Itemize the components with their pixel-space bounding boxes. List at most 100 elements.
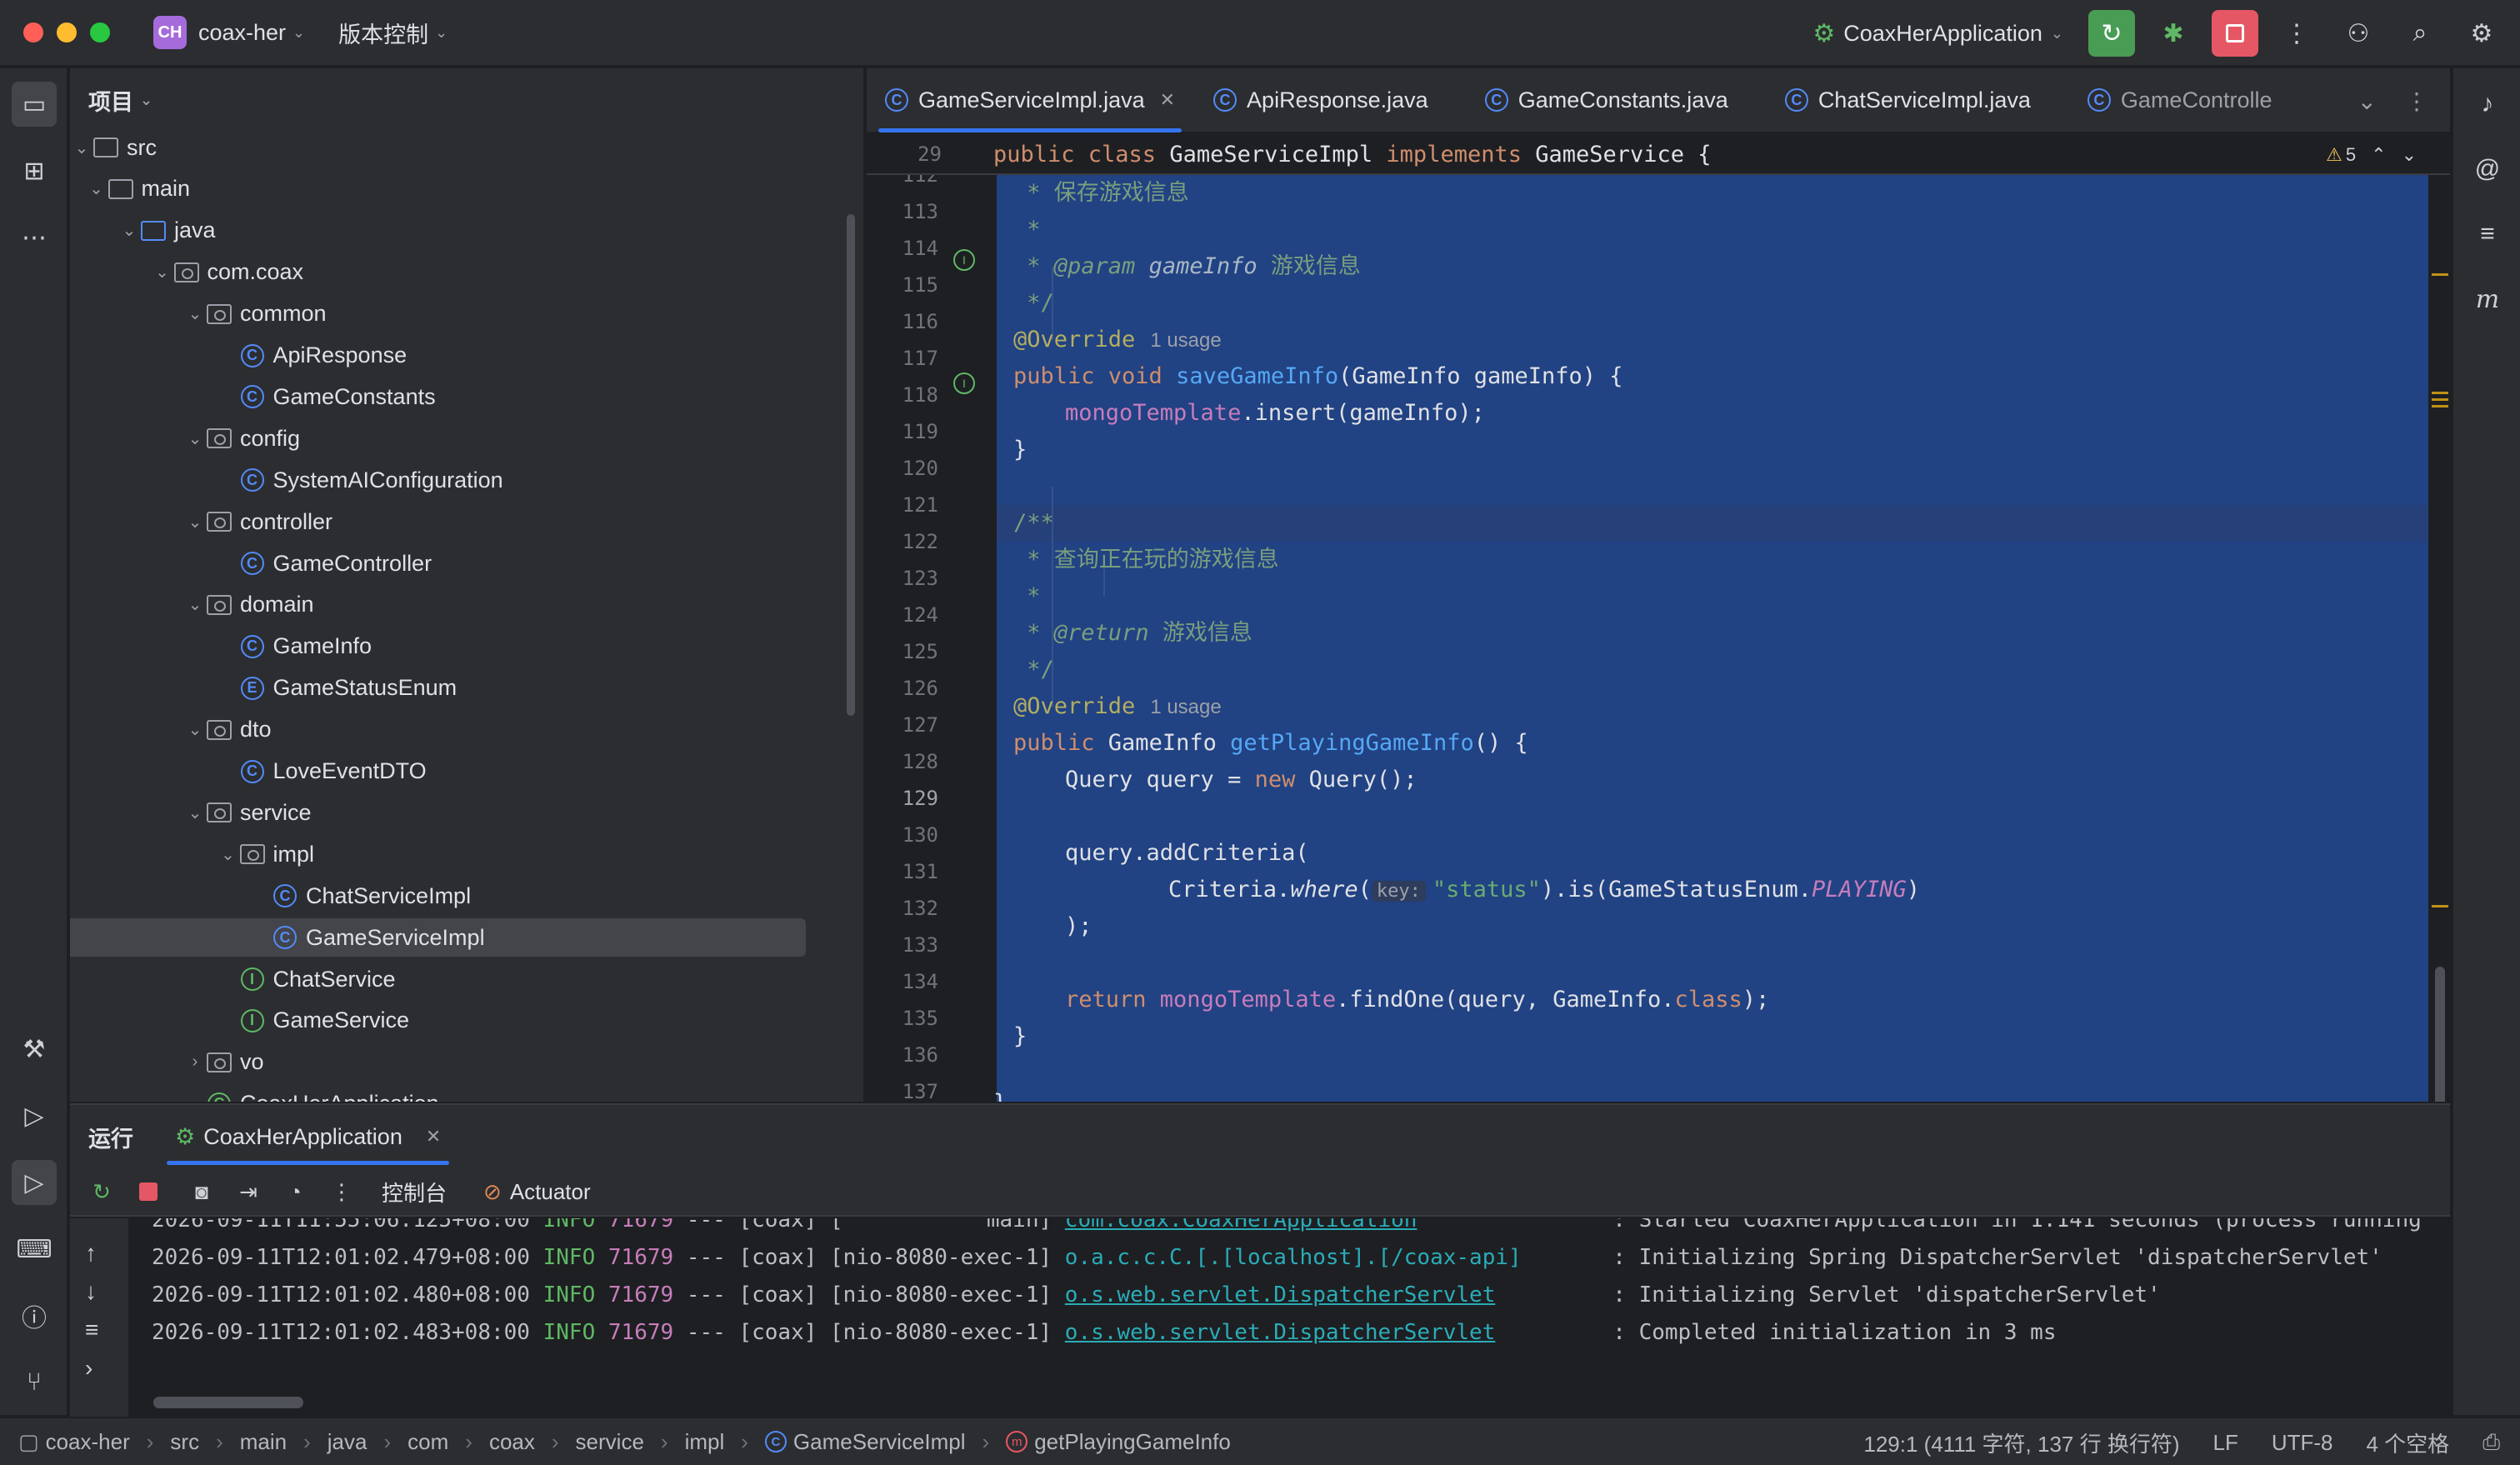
project-selector[interactable]: coax-her ⌄ — [198, 20, 305, 46]
log-logger[interactable]: o.s.web.servlet.DispatcherServlet — [1065, 1320, 1496, 1345]
close-icon[interactable]: ✕ — [426, 1126, 441, 1148]
line-number[interactable]: 136 — [902, 1037, 938, 1073]
editor-scrollbar[interactable] — [2428, 175, 2450, 1102]
tree-item-controller[interactable]: ⌄ controller — [70, 502, 332, 541]
warning-marker[interactable] — [2432, 905, 2448, 908]
chevron-down-icon[interactable]: ⌄ — [183, 303, 207, 324]
project-tree-scrollbar[interactable] — [847, 214, 855, 716]
implements-method-icon[interactable]: I — [953, 249, 975, 271]
log-logger[interactable]: o.s.web.servlet.DispatcherServlet — [1065, 1282, 1496, 1308]
chevron-down-icon[interactable]: ⌄ — [2358, 88, 2377, 115]
terminal-tool-button[interactable]: ⌨ — [12, 1227, 57, 1272]
breadcrumb-item[interactable]: coax — [489, 1429, 535, 1455]
chevron-down-icon[interactable]: ⌄ — [85, 178, 108, 199]
notifications-button[interactable]: ♪ — [2465, 82, 2510, 127]
more-vertical-icon[interactable]: ⋮ — [2405, 88, 2428, 115]
tree-item-gameconstants[interactable]: C GameConstants — [70, 378, 436, 416]
tree-item-gamecontroller[interactable]: C GameController — [70, 544, 432, 582]
breadcrumb-item[interactable]: coax-her — [46, 1429, 130, 1455]
tree-item-impl[interactable]: ⌄ impl — [70, 835, 314, 873]
chevron-down-icon[interactable]: ⌄ — [183, 719, 207, 740]
project-badge[interactable]: CH — [153, 16, 187, 49]
tree-item-systemaiconfiguration[interactable]: C SystemAIConfiguration — [70, 461, 503, 499]
project-tool-button[interactable]: ▭ — [12, 82, 57, 127]
line-number[interactable]: 120 — [902, 450, 938, 487]
arrow-down-icon[interactable]: ↓ — [85, 1278, 97, 1305]
tree-item-gameservice[interactable]: I GameService — [70, 1002, 409, 1040]
line-number[interactable]: 128 — [902, 743, 938, 780]
close-window-button[interactable] — [23, 22, 43, 42]
inspection-widget[interactable]: ⚠ 5 ⌃ ⌄ — [2326, 135, 2417, 175]
export-button[interactable]: ⇥ — [230, 1173, 267, 1210]
arrow-up-icon[interactable]: ↑ — [85, 1240, 97, 1267]
warning-marker[interactable] — [2432, 405, 2448, 408]
line-number[interactable]: 113 — [902, 193, 938, 230]
caret-position[interactable]: 129:1 (4111 字符, 137 行 换行符) — [1863, 1428, 2179, 1458]
console-output[interactable]: 2026-09-11T11:55:06.125+08:00 INFO 71679… — [128, 1218, 2450, 1417]
structure-tool-button[interactable]: ⊞ — [12, 148, 57, 193]
search-button[interactable]: ⌕ — [2397, 10, 2443, 57]
chevron-up-icon[interactable]: ⌃ — [2371, 144, 2386, 166]
breadcrumb-item[interactable]: getPlayingGameInfo — [1034, 1429, 1231, 1455]
tree-item-java[interactable]: ⌄ java — [70, 212, 216, 250]
tab-gamecontroller[interactable]: C GameControlle — [2069, 68, 2291, 132]
tab-actuator[interactable]: ⊘ Actuator — [483, 1179, 591, 1205]
editor-scroll-thumb[interactable] — [2435, 967, 2445, 1102]
tree-item-chatservice[interactable]: I ChatService — [70, 960, 396, 998]
breadcrumb-item[interactable]: main — [240, 1429, 287, 1455]
line-number[interactable]: 122 — [902, 523, 938, 560]
usage-hint[interactable]: 1 usage — [1150, 329, 1221, 352]
chevron-down-icon[interactable]: ⌄ — [183, 802, 207, 823]
vcs-menu[interactable]: 版本控制 ⌄ — [338, 17, 448, 49]
tree-item-config[interactable]: ⌄ config — [70, 419, 300, 458]
tree-item-com-coax[interactable]: ⌄ com.coax — [70, 253, 303, 292]
chevron-down-icon[interactable]: ⌄ — [2402, 144, 2417, 166]
code-selection-area[interactable]: * 保存游戏信息 * * @param gameInfo 游戏信息 */ @Ov… — [993, 175, 2450, 1102]
tree-item-loveeventdto[interactable]: C LoveEventDTO — [70, 752, 427, 791]
add-user-button[interactable]: ⚇ — [2335, 10, 2382, 57]
run-configuration-selector[interactable]: ⚙ CoaxHerApplication ⌄ — [1812, 19, 2063, 48]
breadcrumb-item[interactable]: com — [408, 1429, 448, 1455]
warning-marker[interactable] — [2432, 273, 2448, 276]
breadcrumb-item[interactable]: impl — [685, 1429, 725, 1455]
tab-gameconstants[interactable]: C GameConstants.java — [1467, 68, 1747, 132]
tab-apiresponse[interactable]: C ApiResponse.java — [1195, 68, 1447, 132]
chevron-down-icon[interactable]: ⌄ — [183, 512, 207, 532]
line-number[interactable]: 131 — [902, 853, 938, 890]
chevron-down-icon[interactable]: ⌄ — [217, 844, 240, 865]
line-number[interactable]: 133 — [902, 927, 938, 963]
tree-item-coaxherapplication[interactable]: C CoaxHerApplication — [70, 1085, 439, 1102]
tree-item-common[interactable]: ⌄ common — [70, 295, 327, 333]
database-button[interactable]: ≡ — [2465, 212, 2510, 257]
screenshot-button[interactable]: ◙ — [183, 1173, 220, 1210]
run-tool-button[interactable]: ▷ — [12, 1160, 57, 1205]
chevron-down-icon[interactable]: ⌄ — [151, 262, 174, 282]
line-number[interactable]: 135 — [902, 1000, 938, 1037]
usage-hint[interactable]: 1 usage — [1150, 696, 1221, 718]
line-separator[interactable]: LF — [2212, 1430, 2238, 1456]
tree-item-domain[interactable]: ⌄ domain — [70, 586, 314, 624]
indent-setting[interactable]: 4 个空格 — [2367, 1428, 2450, 1458]
tree-item-gameserviceimpl[interactable]: C GameServiceImpl — [70, 918, 806, 958]
chevron-down-icon[interactable]: ⌄ — [183, 428, 207, 449]
line-number[interactable]: 130 — [902, 817, 938, 853]
line-number[interactable]: 117 — [902, 340, 938, 377]
rerun-button[interactable]: ↻ — [83, 1173, 120, 1210]
chevron-down-icon[interactable]: ⌄ — [118, 220, 141, 241]
tree-item-vo[interactable]: › vo — [70, 1043, 264, 1082]
tree-item-src[interactable]: ⌄ src — [70, 128, 157, 167]
tab-chatserviceimpl[interactable]: C ChatServiceImpl.java — [1767, 68, 2049, 132]
warning-marker[interactable] — [2432, 398, 2448, 401]
sticky-scroll-header[interactable]: 29 public class GameServiceImpl implemen… — [867, 135, 2450, 175]
more-tools-button[interactable]: ⋯ — [12, 215, 57, 260]
line-number[interactable]: 118 — [902, 377, 938, 413]
services-tool-button[interactable]: ▷ — [12, 1093, 57, 1138]
log-logger[interactable]: com.coax.CoaxHerApplication — [1065, 1218, 1418, 1232]
project-panel-header[interactable]: 项目 ⌄ — [70, 68, 863, 132]
line-number[interactable]: 126 — [902, 670, 938, 707]
implements-method-icon[interactable]: I — [953, 372, 975, 394]
chevron-right-icon[interactable]: › — [183, 1052, 207, 1072]
build-tool-button[interactable]: ⚒ — [12, 1027, 57, 1072]
maven-button[interactable]: m — [2465, 277, 2510, 322]
more-actions-button[interactable]: ⋮ — [2273, 10, 2320, 57]
